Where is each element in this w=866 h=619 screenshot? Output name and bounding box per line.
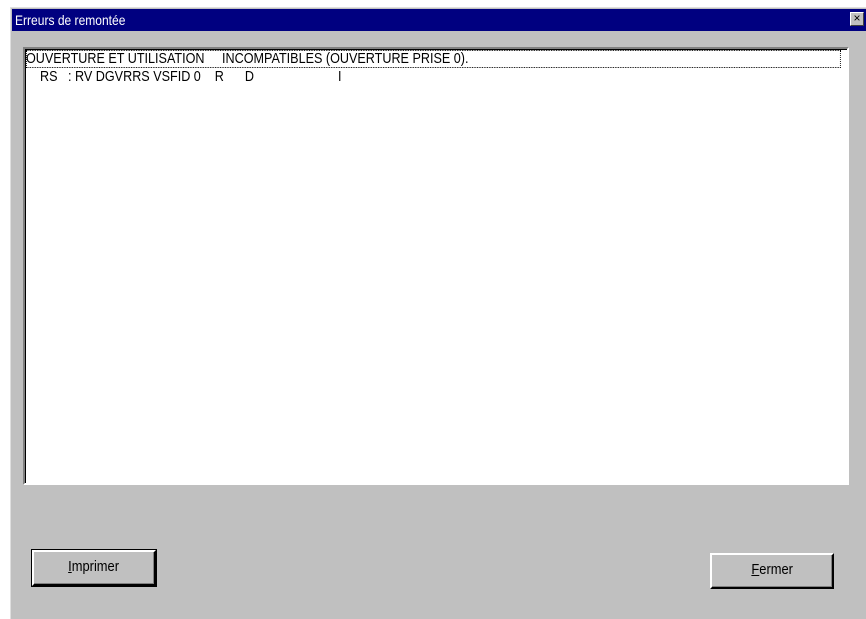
dialog-window: Erreurs de remontée × OUVERTURE ET UTILI…: [10, 7, 866, 619]
close-icon[interactable]: ×: [850, 12, 864, 26]
print-button-label: Imprimer: [68, 558, 120, 575]
window-title: Erreurs de remontée: [15, 12, 126, 28]
close-button-label: Fermer: [751, 561, 793, 578]
list-item[interactable]: RS : RV DGVRRS VSFID 0 R D I: [26, 68, 342, 86]
print-button[interactable]: Imprimer: [31, 549, 157, 587]
close-button[interactable]: Fermer: [710, 553, 834, 589]
title-bar[interactable]: Erreurs de remontée ×: [12, 9, 866, 31]
list-item[interactable]: OUVERTURE ET UTILISATION INCOMPATIBLES (…: [26, 50, 841, 68]
error-list[interactable]: OUVERTURE ET UTILISATION INCOMPATIBLES (…: [23, 47, 849, 485]
